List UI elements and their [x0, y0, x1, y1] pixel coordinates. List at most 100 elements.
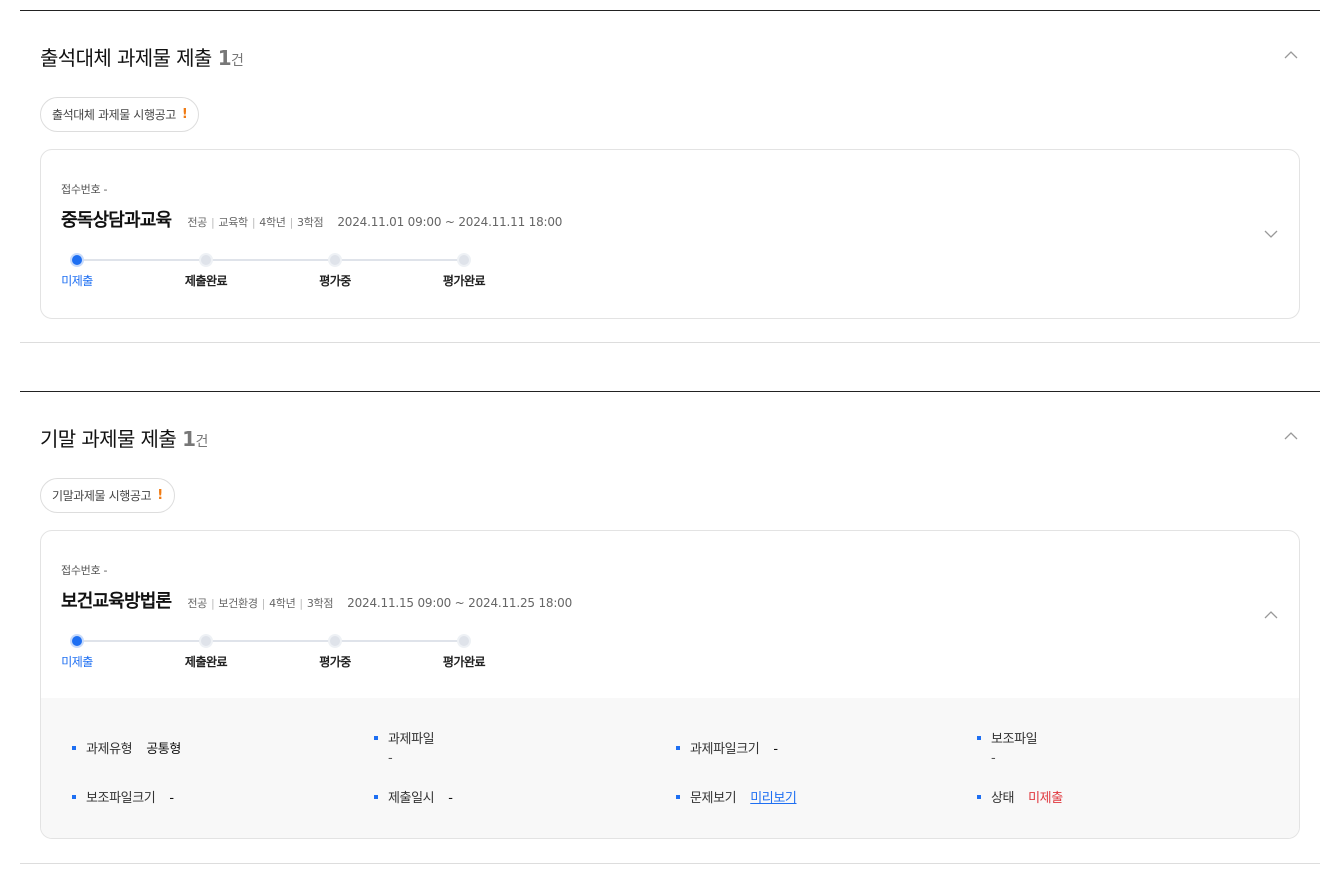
section-collapse-button[interactable] — [1282, 46, 1300, 64]
bullet-icon — [676, 745, 680, 750]
detail-assignment-file: 과제파일 - — [374, 728, 435, 766]
step-evaluating: 평가중 — [300, 632, 370, 670]
detail-assignment-file-size: 과제파일크기 - — [676, 738, 778, 757]
meta-category: 전공 — [187, 597, 207, 610]
detail-label: 보조파일 — [991, 732, 1038, 747]
section-collapse-button[interactable] — [1282, 427, 1300, 445]
course-name: 중독상담과교육 — [61, 210, 172, 231]
detail-label: 과제파일크기 — [690, 742, 760, 757]
section-divider — [20, 342, 1320, 343]
bullet-icon — [977, 794, 981, 799]
step-dot — [70, 253, 84, 267]
submission-period: 2024.11.15 09:00 ~ 2024.11.25 18:00 — [347, 596, 573, 610]
course-row: 보건교육방법론 전공 | 보건환경 | 4학년 | 3학점 2024.11.15 09:00… — [61, 587, 572, 613]
detail-question-view: 문제보기 미리보기 — [676, 787, 797, 806]
notice-chip[interactable]: 기말과제물 시행공고 ! — [40, 478, 175, 513]
course-meta: 전공 | 교육학 | 4학년 | 3학점 — [187, 216, 324, 229]
notice-chip[interactable]: 출석대체 과제물 시행공고 ! — [40, 97, 200, 132]
step-label: 평가완료 — [442, 274, 486, 288]
card-expand-button[interactable] — [1263, 226, 1279, 242]
course-meta: 전공 | 보건환경 | 4학년 | 3학점 — [187, 597, 334, 610]
card-collapse-button[interactable] — [1263, 607, 1279, 623]
step-not-submitted: 미제출 — [42, 632, 112, 670]
chevron-up-icon — [1284, 51, 1298, 59]
bullet-icon — [72, 794, 76, 799]
step-label: 미제출 — [61, 655, 93, 669]
step-submitted: 제출완료 — [171, 251, 241, 289]
detail-label: 보조파일크기 — [86, 791, 156, 806]
step-dot — [328, 634, 342, 648]
step-dot — [70, 634, 84, 648]
step-dot — [199, 253, 213, 267]
detail-value: - — [773, 742, 778, 757]
chevron-up-icon — [1284, 432, 1298, 440]
detail-assignment-type: 과제유형 공통형 — [72, 738, 181, 757]
notice-label: 출석대체 과제물 시행공고 — [52, 108, 176, 122]
meta-credit: 3학점 — [297, 216, 324, 229]
meta-credit: 3학점 — [306, 597, 334, 610]
detail-label: 상태 — [991, 791, 1015, 806]
section-divider — [20, 863, 1320, 864]
step-evaluated: 평가완료 — [429, 251, 499, 289]
progress-steps: 미제출 제출완료 평가중 평가완료 — [61, 632, 486, 672]
detail-aux-file: 보조파일 - — [977, 728, 1038, 766]
chevron-up-icon — [1264, 611, 1278, 619]
status-value: 미제출 — [1028, 791, 1063, 806]
meta-grade: 4학년 — [269, 597, 296, 610]
receipt-number: 접수번호 - — [61, 181, 107, 197]
detail-value: - — [991, 751, 996, 766]
section-title-text: 기말 과제물 제출 — [40, 427, 177, 451]
step-label: 평가완료 — [442, 655, 486, 669]
preview-link[interactable]: 미리보기 — [750, 791, 797, 806]
step-label: 평가중 — [319, 655, 351, 669]
section-attendance-assignment: 출석대체 과제물 제출 1건 출석대체 과제물 시행공고 ! 접수번호 - 중독상… — [20, 10, 1320, 343]
warning-icon: ! — [157, 488, 163, 503]
progress-track — [77, 259, 465, 261]
detail-label: 문제보기 — [690, 791, 737, 806]
meta-department: 보건환경 — [218, 597, 258, 610]
section-count: 1 — [182, 427, 196, 451]
step-evaluated: 평가완료 — [429, 632, 499, 670]
detail-value: - — [388, 751, 393, 766]
assignment-details: 과제유형 공통형 과제파일 - 과제파일크기 - 보조파일 - 보조파일크기 - 제출… — [41, 698, 1299, 838]
step-dot — [457, 253, 471, 267]
detail-submit-time: 제출일시 - — [374, 787, 453, 806]
receipt-value: - — [103, 183, 108, 196]
bullet-icon — [374, 794, 378, 799]
warning-icon: ! — [181, 107, 188, 122]
step-not-submitted: 미제출 — [42, 251, 112, 289]
bullet-icon — [676, 794, 680, 799]
step-label: 평가중 — [319, 274, 351, 288]
section-title: 기말 과제물 제출 1건 — [40, 423, 208, 452]
progress-track — [77, 640, 465, 642]
step-dot — [199, 634, 213, 648]
section-count-unit: 건 — [195, 434, 208, 450]
receipt-label: 접수번호 — [61, 183, 101, 196]
chevron-down-icon — [1264, 230, 1278, 238]
receipt-number: 접수번호 - — [61, 562, 107, 578]
detail-value: 공통형 — [146, 742, 181, 757]
receipt-value: - — [103, 564, 108, 577]
section-count: 1 — [217, 46, 232, 70]
section-final-assignment: 기말 과제물 제출 1건 기말과제물 시행공고 ! 접수번호 - 보건교육방법론 … — [20, 391, 1320, 864]
bullet-icon — [374, 735, 378, 740]
section-title: 출석대체 과제물 제출 1건 — [40, 42, 244, 71]
detail-label: 제출일시 — [388, 791, 435, 806]
step-dot — [457, 634, 471, 648]
assignment-card: 접수번호 - 보건교육방법론 전공 | 보건환경 | 4학년 | 3학점 2024.11.1… — [40, 530, 1300, 839]
section-count-unit: 건 — [231, 53, 244, 69]
section-title-text: 출석대체 과제물 제출 — [40, 46, 212, 70]
receipt-label: 접수번호 — [61, 564, 101, 577]
detail-label: 과제유형 — [86, 742, 133, 757]
detail-value: - — [448, 791, 453, 806]
course-row: 중독상담과교육 전공 | 교육학 | 4학년 | 3학점 2024.11.01 09:00 … — [61, 206, 562, 232]
bullet-icon — [977, 735, 981, 740]
course-name: 보건교육방법론 — [61, 591, 172, 612]
step-dot — [328, 253, 342, 267]
step-label: 제출완료 — [184, 274, 228, 288]
progress-steps: 미제출 제출완료 평가중 평가완료 — [61, 251, 486, 291]
submission-period: 2024.11.01 09:00 ~ 2024.11.11 18:00 — [337, 215, 563, 229]
notice-label: 기말과제물 시행공고 — [52, 489, 152, 503]
step-submitted: 제출완료 — [171, 632, 241, 670]
step-evaluating: 평가중 — [300, 251, 370, 289]
